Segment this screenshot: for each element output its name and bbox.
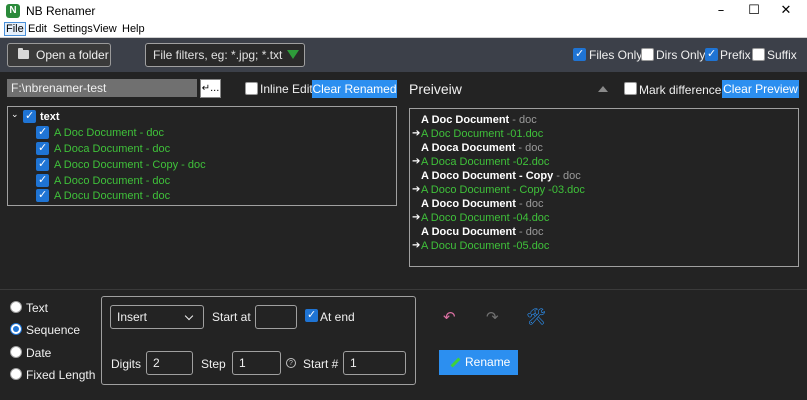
tree-root-checkbox[interactable] bbox=[23, 109, 36, 123]
redo-icon[interactable]: ↷ bbox=[486, 308, 499, 326]
menu-help[interactable]: Help bbox=[120, 23, 147, 35]
preview-name: A Doco Document - doc bbox=[421, 198, 544, 210]
title-bar bbox=[0, 0, 807, 22]
prefix-label: Prefix bbox=[720, 48, 751, 62]
folder-path-input[interactable]: F:\nbrenamer-test bbox=[7, 79, 197, 97]
arrow-right-icon: ➔ bbox=[412, 212, 421, 223]
files-only-label: Files Only bbox=[589, 48, 643, 62]
arrow-right-icon: ➔ bbox=[412, 128, 421, 139]
tree-item-checkbox[interactable] bbox=[36, 188, 49, 202]
preview-row: ➔ A Doco Document - Copy -03.doc bbox=[410, 184, 795, 198]
undo-icon[interactable]: ↶ bbox=[443, 308, 456, 326]
radio-text-label: Text bbox=[26, 301, 49, 315]
preview-row: A Docu Document - doc bbox=[410, 226, 795, 240]
digits-label: Digits bbox=[111, 357, 142, 371]
preview-row: A Doc Document - doc bbox=[410, 114, 795, 128]
step-label: Step bbox=[201, 357, 226, 371]
at-end-label: At end bbox=[320, 310, 355, 324]
tree-item[interactable]: A Docu Document - doc bbox=[54, 190, 170, 202]
menu-file[interactable]: File bbox=[4, 22, 26, 36]
radio-fixed-length[interactable] bbox=[10, 368, 22, 380]
file-tree: ⌄ text A Doc Document - doc A Doca Docum… bbox=[7, 106, 397, 206]
browse-button[interactable]: ↵... bbox=[200, 79, 221, 98]
radio-sequence-label: Sequence bbox=[26, 323, 81, 337]
preview-row: A Doca Document - doc bbox=[410, 142, 795, 156]
preview-row: ➔ A Doco Document -04.doc bbox=[410, 212, 795, 226]
radio-fixed-length-label: Fixed Length bbox=[26, 368, 96, 382]
collapse-up-icon[interactable] bbox=[598, 86, 608, 92]
folder-icon bbox=[18, 48, 29, 59]
radio-date[interactable] bbox=[10, 346, 22, 358]
start-number-label: Start # bbox=[303, 357, 339, 371]
tree-item-checkbox[interactable] bbox=[36, 157, 49, 171]
tree-item[interactable]: A Doco Document - Copy - doc bbox=[54, 159, 206, 171]
tree-item-checkbox[interactable] bbox=[36, 173, 49, 187]
preview-name: A Doca Document -02.doc bbox=[421, 156, 550, 168]
start-at-input[interactable] bbox=[255, 305, 297, 329]
preview-row: ➔ A Doc Document -01.doc bbox=[410, 128, 795, 142]
arrow-right-icon: ➔ bbox=[412, 184, 421, 195]
filter-icon[interactable] bbox=[287, 50, 299, 59]
tools-icon[interactable]: 🛠 bbox=[526, 307, 546, 326]
menu-view[interactable]: View bbox=[91, 23, 119, 35]
radio-sequence[interactable] bbox=[10, 323, 22, 335]
return-arrow-icon: ↵ bbox=[201, 83, 211, 94]
inline-edit-label: Inline Edit bbox=[260, 82, 313, 96]
menu-bar: File Edit Settings View Help bbox=[0, 22, 807, 38]
at-end-checkbox[interactable] bbox=[305, 308, 318, 322]
tree-item-checkbox[interactable] bbox=[36, 125, 49, 139]
preview-name: A Doco Document - Copy - doc bbox=[421, 170, 581, 182]
preview-name: A Doca Document - doc bbox=[421, 142, 543, 154]
browse-label: ... bbox=[210, 82, 220, 94]
mark-differences-label: Mark differences bbox=[639, 83, 728, 97]
dirs-only-label: Dirs Only bbox=[656, 48, 706, 62]
clear-preview-button[interactable]: Clear Preview bbox=[722, 80, 799, 98]
step-input[interactable]: 1 bbox=[232, 351, 281, 375]
divider bbox=[0, 289, 807, 290]
suffix-checkbox[interactable] bbox=[752, 48, 765, 61]
app-logo-icon: N bbox=[6, 4, 20, 18]
tree-item[interactable]: A Doca Document - doc bbox=[54, 143, 170, 155]
close-button[interactable]: ✕ bbox=[763, 0, 807, 22]
preview-row: A Doco Document - Copy - doc bbox=[410, 170, 795, 184]
preview-name: A Docu Document -05.doc bbox=[421, 240, 550, 252]
preview-row: A Doco Document - doc bbox=[410, 198, 795, 212]
menu-edit[interactable]: Edit bbox=[26, 23, 49, 35]
dirs-only-checkbox[interactable] bbox=[641, 48, 654, 61]
preview-row: ➔ A Doca Document -02.doc bbox=[410, 156, 795, 170]
digits-input[interactable]: 2 bbox=[146, 351, 193, 375]
help-icon[interactable]: ? bbox=[286, 358, 296, 368]
menu-settings[interactable]: Settings bbox=[51, 23, 95, 35]
tree-item[interactable]: A Doco Document - doc bbox=[54, 175, 170, 187]
tree-item-checkbox[interactable] bbox=[36, 141, 49, 155]
preview-list: A Doc Document - doc ➔ A Doc Document -0… bbox=[409, 108, 799, 267]
preview-name: A Doc Document -01.doc bbox=[421, 128, 544, 140]
radio-text[interactable] bbox=[10, 301, 22, 313]
mark-differences-checkbox[interactable] bbox=[624, 82, 637, 95]
tree-item[interactable]: A Doc Document - doc bbox=[54, 127, 164, 139]
radio-date-label: Date bbox=[26, 346, 52, 360]
preview-title: Preiveiw bbox=[409, 81, 462, 97]
file-filter-input[interactable]: File filters, eg: *.jpg; *.txt bbox=[145, 43, 305, 67]
start-number-input[interactable]: 1 bbox=[343, 351, 406, 375]
preview-name: A Docu Document - doc bbox=[421, 226, 544, 238]
files-only-checkbox[interactable] bbox=[573, 47, 586, 61]
tree-root-label: text bbox=[40, 111, 60, 123]
preview-name: A Doco Document - Copy -03.doc bbox=[421, 184, 585, 196]
preview-name: A Doco Document -04.doc bbox=[421, 212, 550, 224]
preview-name: A Doc Document - doc bbox=[421, 114, 537, 126]
start-at-label: Start at bbox=[212, 310, 251, 324]
arrow-right-icon: ➔ bbox=[412, 156, 421, 167]
prefix-checkbox[interactable] bbox=[705, 47, 718, 61]
clear-renamed-button[interactable]: Clear Renamed bbox=[312, 80, 397, 98]
window-title: NB Renamer bbox=[26, 4, 96, 18]
arrow-right-icon: ➔ bbox=[412, 240, 421, 251]
inline-edit-checkbox[interactable] bbox=[245, 82, 258, 95]
rename-button[interactable]: Rename bbox=[439, 350, 518, 375]
preview-row: ➔ A Docu Document -05.doc bbox=[410, 240, 795, 254]
suffix-label: Suffix bbox=[767, 48, 797, 62]
chevron-down-icon[interactable]: ⌄ bbox=[11, 110, 19, 120]
